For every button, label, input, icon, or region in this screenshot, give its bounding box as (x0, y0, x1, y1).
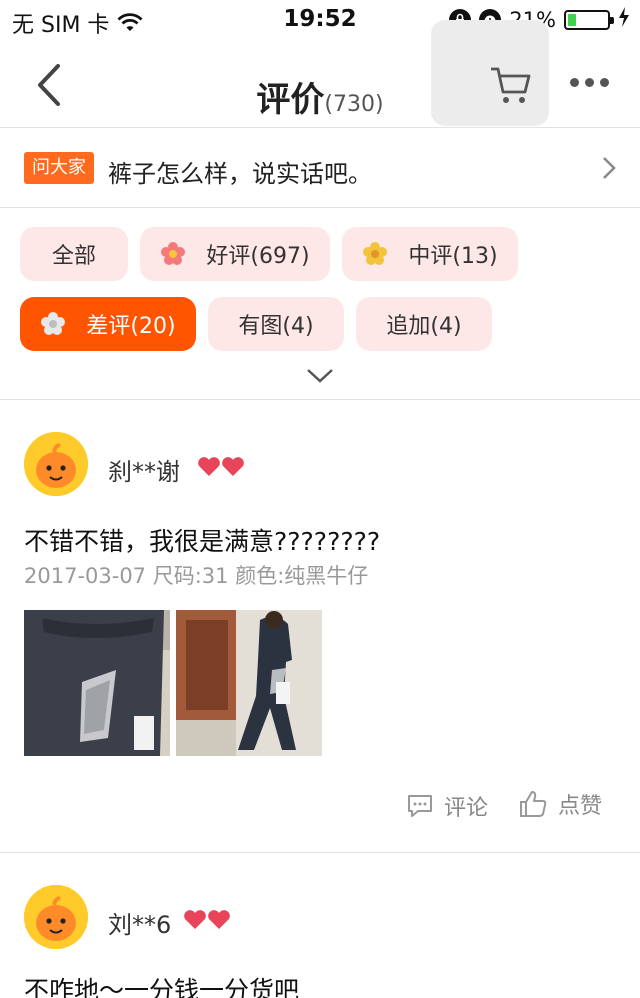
filter-with-photos[interactable]: 有图(4) (208, 297, 344, 351)
comment-icon (408, 795, 432, 817)
review-item: 刹**谢 不错不错，我很是满意???????? 2017-03-07 尺码:31… (0, 400, 640, 852)
cart-button[interactable] (431, 20, 549, 126)
cart-icon (491, 67, 531, 103)
filter-label: 有图(4) (238, 314, 314, 339)
avatar[interactable] (24, 885, 88, 949)
heart-icon (198, 457, 244, 476)
filter-label: 全部 (51, 244, 96, 269)
more-icon[interactable] (570, 78, 609, 87)
comment-button[interactable]: 评论 (406, 790, 488, 822)
filter-bad[interactable]: 差评(20) (20, 297, 196, 351)
filter-label: 差评(20) (86, 314, 176, 339)
flower-yellow-icon (362, 241, 388, 267)
ask-question: 裤子怎么样，说实话吧。 (108, 160, 372, 188)
reviewer-level-hearts (182, 909, 234, 931)
review-text: 不咋地～一分钱一分货吧 (24, 976, 300, 998)
ask-everyone-row[interactable]: 问大家 裤子怎么样，说实话吧。 (0, 130, 640, 208)
like-label: 点赞 (558, 794, 603, 819)
filter-chips: 全部 好评(697) 中评(13) 差评(20) 有图(4) 追加(4) (0, 208, 640, 400)
reviewer-level-hearts (196, 456, 248, 478)
charging-icon (618, 7, 630, 32)
ask-badge: 问大家 (24, 152, 94, 184)
review-photo[interactable] (24, 610, 170, 756)
flower-red-icon (160, 241, 186, 267)
filter-all[interactable]: 全部 (20, 227, 128, 281)
filter-neutral[interactable]: 中评(13) (342, 227, 518, 281)
filter-label: 中评(13) (408, 244, 498, 269)
flower-grey-icon (40, 311, 66, 337)
filter-label: 追加(4) (386, 314, 462, 339)
thumbs-up-icon (520, 791, 547, 817)
heart-icon (184, 910, 230, 929)
comment-label: 评论 (444, 796, 489, 821)
filter-appended[interactable]: 追加(4) (356, 297, 492, 351)
reviewer-name: 刹**谢 (108, 458, 180, 486)
filter-label: 好评(697) (206, 244, 310, 269)
avatar[interactable] (24, 432, 88, 496)
page-title-text: 评价 (256, 80, 325, 120)
filter-good[interactable]: 好评(697) (140, 227, 330, 281)
chevron-down-icon[interactable] (306, 368, 334, 388)
review-text: 不错不错，我很是满意???????? (24, 527, 381, 556)
battery-level (568, 13, 576, 26)
reviewer-name: 刘**6 (108, 911, 172, 939)
review-photo[interactable] (176, 610, 322, 756)
nav-bar: 评价(730) (0, 20, 640, 128)
like-button[interactable]: 点赞 (518, 788, 602, 820)
review-item: 刘**6 不咋地～一分钱一分货吧 (0, 853, 640, 998)
review-meta: 2017-03-07 尺码:31 颜色:纯黑牛仔 (24, 564, 369, 588)
review-count: (730) (324, 92, 384, 117)
battery-icon (564, 9, 614, 30)
chevron-right-icon (602, 156, 616, 184)
